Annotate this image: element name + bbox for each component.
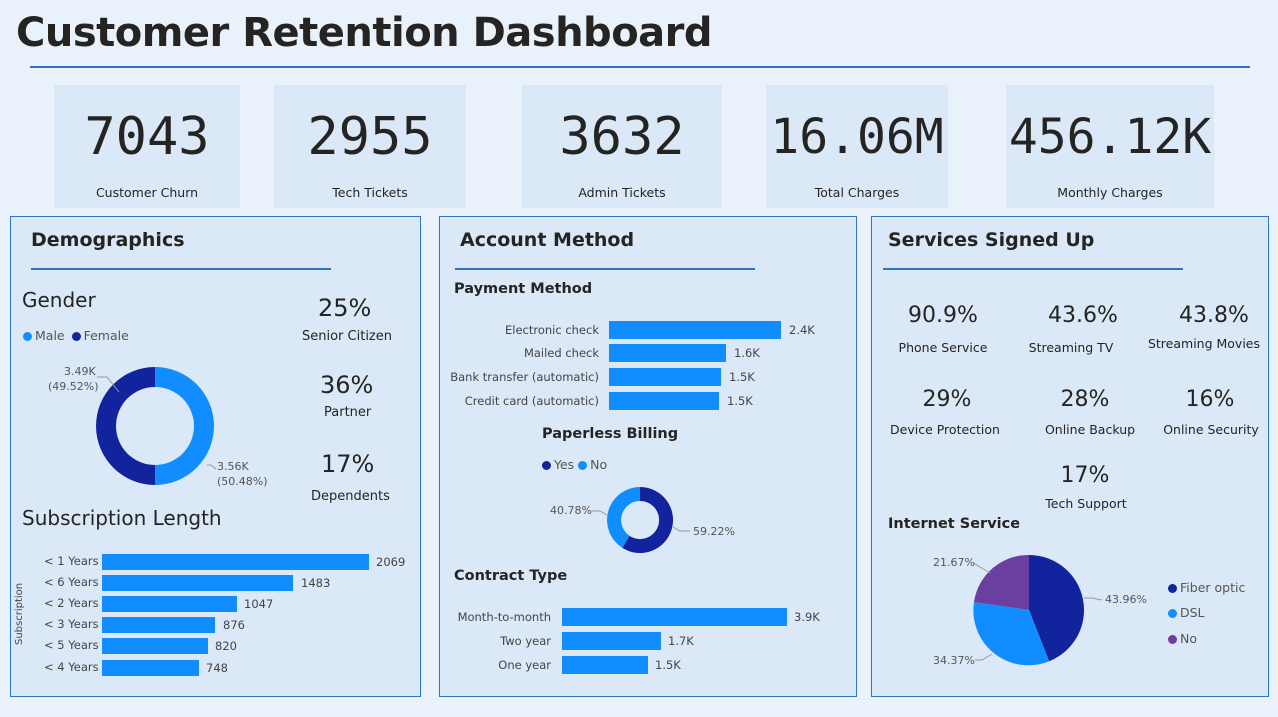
kpi-admin-tickets[interactable]: 3632 Admin Tickets — [522, 85, 722, 208]
no-service-slice[interactable] — [974, 554, 1029, 610]
contract-label: One year — [498, 658, 551, 672]
sub-value: 748 — [206, 661, 228, 675]
subscription-title: Subscription Length — [22, 506, 222, 530]
male-slice[interactable] — [155, 367, 214, 485]
contract-type-title: Contract Type — [454, 568, 568, 584]
subscription-axis-label: Subscription — [14, 582, 25, 645]
page-title: Customer Retention Dashboard — [16, 10, 713, 56]
contract-label: Two year — [500, 634, 551, 648]
dependents-label: Dependents — [311, 489, 390, 504]
female-pct-label: (49.52%) — [48, 380, 99, 393]
sub-label: < 5 Years — [44, 638, 99, 652]
sub-bar[interactable] — [102, 660, 199, 676]
female-value-label: 3.49K — [64, 365, 96, 378]
dependents-value: 17% — [321, 450, 375, 478]
contract-value: 3.9K — [794, 610, 820, 624]
contract-bar[interactable] — [562, 656, 648, 674]
no-swatch — [1168, 635, 1177, 644]
kpi-value: 3632 — [559, 107, 685, 167]
kpi-value: 456.12K — [1008, 109, 1212, 165]
sub-label: < 4 Years — [44, 660, 99, 674]
legend-item-dsl[interactable]: DSL — [1168, 605, 1205, 620]
contract-bar[interactable] — [562, 608, 787, 626]
fiber-swatch — [1168, 584, 1177, 593]
sub-bar[interactable] — [102, 575, 293, 591]
contract-label: Month-to-month — [457, 610, 551, 624]
senior-citizen-label: Senior Citizen — [302, 329, 392, 344]
kpi-monthly-charges[interactable]: 456.12K Monthly Charges — [1006, 85, 1214, 208]
partner-value: 36% — [320, 371, 374, 399]
partner-label: Partner — [324, 405, 372, 420]
sub-value: 2069 — [376, 555, 406, 569]
no-service-pct-label: 21.67% — [933, 556, 975, 569]
sub-value: 1047 — [244, 597, 274, 611]
sub-bar[interactable] — [102, 617, 215, 633]
fiber-pct-label: 43.96% — [1105, 593, 1147, 606]
sub-label: < 1 Years — [44, 554, 99, 568]
sub-label: < 3 Years — [44, 617, 99, 631]
contract-value: 1.7K — [668, 634, 694, 648]
kpi-label: Monthly Charges — [1057, 185, 1163, 200]
services-panel: Services Signed Up 90.9% Phone Service 4… — [871, 216, 1269, 697]
title-divider — [30, 66, 1250, 68]
contract-bar[interactable] — [562, 632, 661, 650]
contract-value: 1.5K — [655, 658, 681, 672]
kpi-label: Total Charges — [814, 185, 900, 200]
senior-citizen-value: 25% — [318, 294, 372, 322]
account-method-panel: Account Method Payment Method Electronic… — [439, 216, 857, 697]
legend-item-fiber[interactable]: Fiber optic — [1168, 580, 1245, 595]
sub-value: 876 — [223, 618, 245, 632]
kpi-customer-churn[interactable]: 7043 Customer Churn — [54, 85, 240, 208]
kpi-label: Admin Tickets — [578, 185, 666, 200]
sub-label: < 6 Years — [44, 575, 99, 589]
kpi-label: Tech Tickets — [332, 185, 408, 200]
sub-bar[interactable] — [102, 638, 208, 654]
kpi-label: Customer Churn — [95, 185, 199, 200]
internet-pie — [973, 554, 1103, 666]
kpi-value: 16.06M — [770, 109, 944, 165]
male-value-label: 3.56K — [217, 460, 249, 473]
sub-label: < 2 Years — [44, 596, 99, 610]
male-pct-label: (50.48%) — [217, 475, 268, 488]
kpi-value: 2955 — [307, 107, 433, 167]
dsl-swatch — [1168, 609, 1177, 618]
kpi-tech-tickets[interactable]: 2955 Tech Tickets — [274, 85, 466, 208]
legend-item-no[interactable]: No — [1168, 631, 1197, 646]
dsl-pct-label: 34.37% — [933, 654, 975, 667]
kpi-total-charges[interactable]: 16.06M Total Charges — [766, 85, 948, 208]
sub-value: 820 — [215, 639, 237, 653]
yes-pct-label: 59.22% — [693, 525, 735, 538]
no-pct-label: 40.78% — [550, 504, 592, 517]
demographics-panel: Demographics Gender Male Female 3.49K (4… — [10, 216, 421, 697]
kpi-value: 7043 — [84, 107, 210, 167]
sub-bar[interactable] — [102, 554, 369, 570]
sub-bar[interactable] — [102, 596, 237, 612]
sub-value: 1483 — [301, 576, 331, 590]
female-slice[interactable] — [96, 367, 155, 485]
